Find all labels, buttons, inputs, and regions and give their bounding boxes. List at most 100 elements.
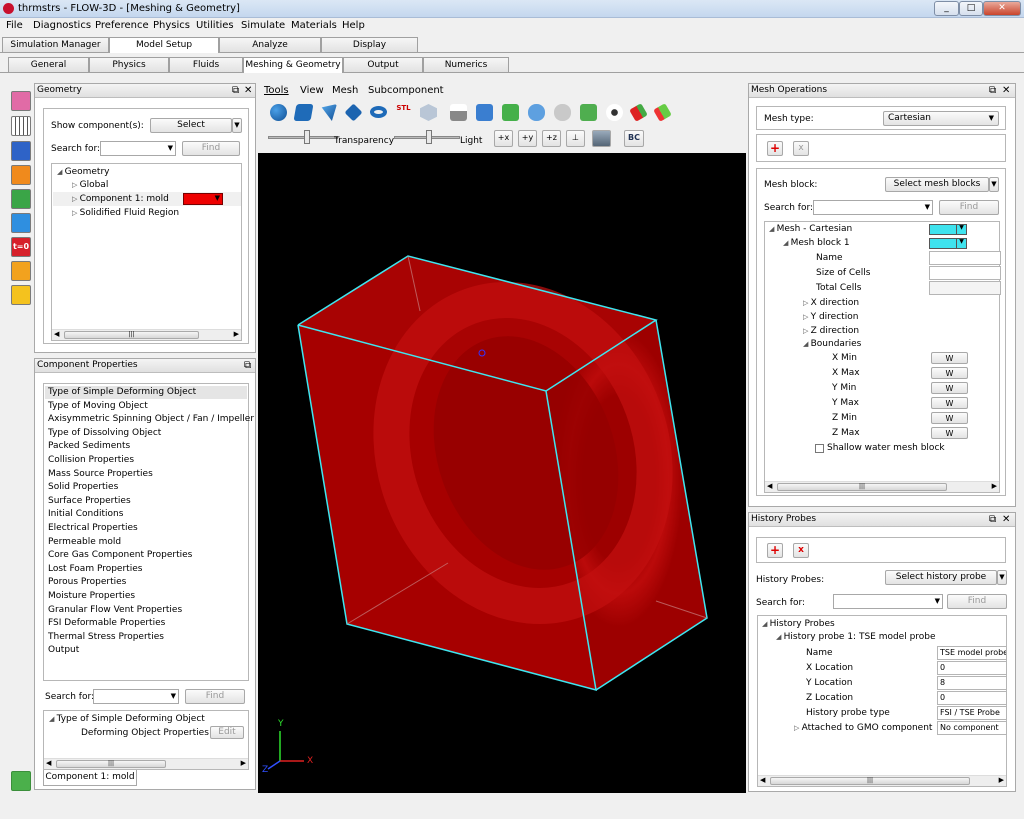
xmin-wall-button[interactable]: W	[931, 352, 968, 364]
unlink-icon[interactable]	[554, 104, 571, 121]
props-find-button[interactable]: Find	[185, 689, 245, 704]
light-slider-handle[interactable]	[426, 130, 432, 144]
close-icon[interactable]: ✕	[244, 84, 252, 97]
tab-numerics[interactable]: Numerics	[423, 57, 509, 72]
cylinder-icon[interactable]	[293, 104, 314, 121]
probe-gmo-label[interactable]: ▷ Attached to GMO component	[794, 723, 932, 733]
cone-icon[interactable]	[321, 104, 337, 121]
tab-analyze[interactable]: Analyze	[219, 37, 321, 52]
run-icon[interactable]	[11, 771, 31, 791]
tab-physics[interactable]: Physics	[89, 57, 169, 72]
probe-name-field[interactable]: TSE model probe	[937, 646, 1007, 660]
sphere-icon[interactable]	[270, 104, 287, 121]
tab-output[interactable]: Output	[343, 57, 423, 72]
list-icon[interactable]	[11, 141, 31, 161]
stl-icon[interactable]: STL	[395, 104, 412, 121]
new-subcomponent-icon[interactable]	[476, 104, 493, 121]
geometry-icon[interactable]	[11, 91, 31, 111]
box-icon[interactable]	[11, 261, 31, 281]
red-block-icon[interactable]	[629, 103, 648, 122]
view-plus-z-button[interactable]: +z	[542, 130, 561, 147]
probe-icon[interactable]	[11, 189, 31, 209]
property-item[interactable]: Granular Flow Vent Properties	[48, 605, 182, 615]
probe-z-field[interactable]: 0	[937, 691, 1007, 705]
tree-global[interactable]: ▷ Global	[72, 180, 108, 190]
select-components-button[interactable]: Select	[150, 118, 232, 133]
menu-simulate[interactable]: Simulate	[241, 20, 285, 31]
view-plus-x-button[interactable]: +x	[494, 130, 513, 147]
find-button[interactable]: Find	[182, 141, 240, 156]
mesh-hscroll[interactable]: ◀ ||| ▶	[765, 481, 999, 492]
props-search-input[interactable]: ▼	[93, 689, 179, 704]
axes-view-button[interactable]: ⊥	[566, 130, 585, 147]
mesh-type-dropdown[interactable]: Cartesian ▼	[883, 111, 999, 126]
property-item[interactable]: Output	[48, 645, 79, 655]
view-plus-y-button[interactable]: +y	[518, 130, 537, 147]
property-item[interactable]: Porous Properties	[48, 577, 126, 587]
zmin-wall-button[interactable]: W	[931, 412, 968, 424]
remove-mesh-block-button[interactable]: x	[793, 141, 809, 156]
probe-x-field[interactable]: 0	[937, 661, 1007, 675]
mesh-tree-root[interactable]: ◢ Mesh - Cartesian	[769, 224, 852, 234]
print-icon[interactable]	[450, 104, 467, 121]
box-shape-icon[interactable]	[344, 103, 363, 122]
select-history-probe-button[interactable]: Select history probe	[885, 570, 997, 585]
x-direction[interactable]: ▷ X direction	[803, 298, 859, 308]
shallow-water-checkbox[interactable]	[815, 444, 824, 453]
viewport-menu-view[interactable]: View	[300, 85, 324, 96]
menu-preference[interactable]: Preference	[95, 20, 149, 31]
xmax-wall-button[interactable]: W	[931, 367, 968, 379]
property-item[interactable]: Type of Dissolving Object	[48, 428, 161, 438]
minimize-button[interactable]: _	[934, 1, 959, 16]
probe-tree-root[interactable]: ◢ History Probes	[762, 619, 835, 629]
remove-probe-button[interactable]: x	[793, 543, 809, 558]
tab-model-setup[interactable]: Model Setup	[109, 37, 219, 53]
property-item[interactable]: Moisture Properties	[48, 591, 135, 601]
green-block-icon[interactable]	[653, 103, 672, 122]
close-button[interactable]: ✕	[983, 1, 1021, 16]
mesh-search-input[interactable]: ▼	[813, 200, 933, 215]
select-mesh-blocks-dropdown[interactable]: ▼	[989, 177, 999, 192]
component-color-swatch[interactable]: ▼	[183, 193, 223, 205]
property-item[interactable]: Electrical Properties	[48, 523, 138, 533]
tab-fluids[interactable]: Fluids	[169, 57, 243, 72]
float-icon[interactable]: ⧉	[989, 84, 996, 97]
probe-y-field[interactable]: 8	[937, 676, 1007, 690]
add-probe-button[interactable]: +	[767, 543, 783, 558]
tree-solidified[interactable]: ▷ Solidified Fluid Region	[72, 208, 179, 218]
update-icon[interactable]	[580, 104, 597, 121]
mesh-find-button[interactable]: Find	[939, 200, 999, 215]
property-item[interactable]: Type of Simple Deforming Object	[48, 387, 196, 397]
viewport-canvas[interactable]	[258, 153, 746, 793]
sub-tree-root[interactable]: ◢ Type of Simple Deforming Object	[49, 714, 205, 724]
tab-meshing-geometry[interactable]: Meshing & Geometry	[243, 57, 343, 73]
property-item[interactable]: Initial Conditions	[48, 509, 123, 519]
property-item[interactable]: Mass Source Properties	[48, 469, 153, 479]
close-icon[interactable]: ✕	[1002, 513, 1010, 526]
transparency-slider-handle[interactable]	[304, 130, 310, 144]
property-item[interactable]: Packed Sediments	[48, 441, 130, 451]
mesh-tree-block[interactable]: ◢ Mesh block 1	[783, 238, 850, 248]
property-item[interactable]: Type of Moving Object	[48, 401, 148, 411]
3d-viewport[interactable]: Y X Z	[258, 153, 746, 793]
torus-icon[interactable]	[370, 106, 387, 118]
menu-utilities[interactable]: Utilities	[196, 20, 234, 31]
menu-diagnostics[interactable]: Diagnostics	[33, 20, 91, 31]
mesh-root-color[interactable]: ▼	[929, 224, 967, 235]
mesh-block-color[interactable]: ▼	[929, 238, 967, 249]
select-history-probe-dropdown[interactable]: ▼	[997, 570, 1007, 585]
float-icon[interactable]: ⧉	[244, 359, 251, 372]
property-item[interactable]: Collision Properties	[48, 455, 134, 465]
waveform-icon[interactable]	[11, 165, 31, 185]
menu-materials[interactable]: Materials	[291, 20, 337, 31]
tab-display[interactable]: Display	[321, 37, 418, 52]
property-item[interactable]: Thermal Stress Properties	[48, 632, 164, 642]
time-zero-icon[interactable]: t=0	[11, 237, 31, 257]
geometry-hscroll[interactable]: ◀ ||| ▶	[52, 329, 241, 340]
transparency-slider[interactable]	[268, 136, 338, 139]
menu-help[interactable]: Help	[342, 20, 365, 31]
y-direction[interactable]: ▷ Y direction	[803, 312, 858, 322]
probe-gmo-field[interactable]: No component	[937, 721, 1007, 735]
menu-file[interactable]: File	[6, 20, 23, 31]
property-item[interactable]: Lost Foam Properties	[48, 564, 142, 574]
